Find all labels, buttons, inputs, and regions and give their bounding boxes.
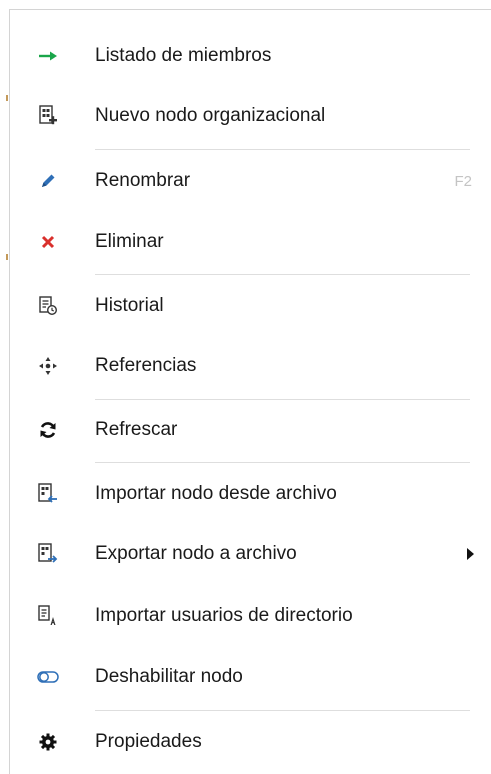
menu-item-eliminar[interactable]: Eliminar [10, 215, 491, 269]
menu-item-label: Nuevo nodo organizacional [95, 105, 326, 126]
import-users-icon [37, 605, 59, 627]
arrow-right-icon [37, 45, 59, 67]
menu-item-label: Importar nodo desde archivo [95, 483, 337, 504]
delete-x-icon [37, 231, 59, 253]
gear-icon [37, 731, 59, 753]
menu-item-label: Propiedades [95, 731, 202, 752]
separator [95, 149, 470, 150]
left-tick [6, 95, 8, 101]
menu-item-deshabilitar-nodo[interactable]: Deshabilitar nodo [10, 650, 491, 704]
submenu-arrow-icon [467, 548, 474, 560]
separator [95, 710, 470, 711]
menu-item-refrescar[interactable]: Refrescar [10, 403, 491, 457]
separator [95, 399, 470, 400]
menu-item-referencias[interactable]: Referencias [10, 339, 491, 393]
context-menu: Listado de miembros Nuevo nodo organizac… [9, 9, 491, 774]
menu-item-listado-miembros[interactable]: Listado de miembros [10, 29, 491, 83]
menu-item-label: Deshabilitar nodo [95, 666, 243, 687]
menu-item-importar-nodo[interactable]: Importar nodo desde archivo [10, 467, 491, 521]
menu-item-renombrar[interactable]: Renombrar F2 [10, 154, 491, 208]
menu-item-label: Renombrar [95, 170, 191, 191]
export-file-icon [37, 543, 59, 565]
menu-item-exportar-nodo[interactable]: Exportar nodo a archivo [10, 527, 491, 581]
menu-item-label: Referencias [95, 355, 197, 376]
history-icon [37, 295, 59, 317]
menu-item-label: Exportar nodo a archivo [95, 543, 297, 564]
refresh-icon [37, 419, 59, 441]
menu-item-historial[interactable]: Historial [10, 279, 491, 333]
import-file-icon [37, 483, 59, 505]
references-icon [37, 355, 59, 377]
menu-item-label: Historial [95, 295, 164, 316]
menu-item-label: Importar usuarios de directorio [95, 605, 353, 626]
menu-item-label: Eliminar [95, 231, 164, 252]
separator [95, 462, 470, 463]
left-strip [0, 0, 9, 774]
new-node-icon [37, 105, 59, 127]
menu-item-importar-usuarios[interactable]: Importar usuarios de directorio [10, 589, 491, 643]
pencil-icon [37, 170, 59, 192]
shortcut-label: F2 [454, 172, 472, 190]
left-tick [6, 254, 8, 260]
menu-item-label: Listado de miembros [95, 45, 272, 66]
top-strip [0, 0, 491, 9]
menu-item-label: Refrescar [95, 419, 178, 440]
menu-item-propiedades[interactable]: Propiedades [10, 715, 491, 769]
separator [95, 274, 470, 275]
menu-item-nuevo-nodo[interactable]: Nuevo nodo organizacional [10, 89, 491, 143]
toggle-icon [37, 666, 59, 688]
